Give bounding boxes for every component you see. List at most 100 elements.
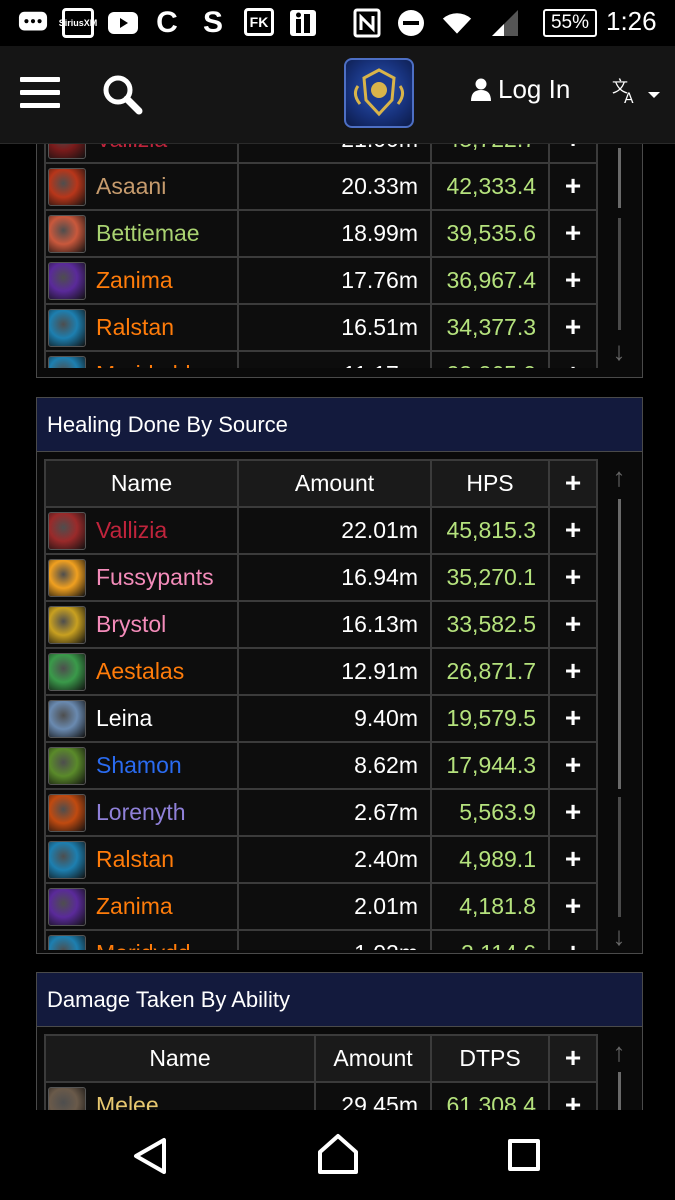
add-column-button[interactable]: + — [548, 459, 598, 508]
player-name[interactable]: Meridydd — [96, 361, 191, 368]
table-row[interactable]: Vallizia 22.01m 45,815.3 + — [44, 506, 598, 555]
expand-row-button[interactable]: + — [548, 929, 598, 950]
login-button[interactable]: Log In — [470, 74, 570, 105]
player-name[interactable]: Zanima — [96, 267, 173, 294]
expand-row-button[interactable]: + — [548, 694, 598, 743]
table-row[interactable]: Fussypants 16.94m 35,270.1 + — [44, 553, 598, 602]
name-cell[interactable]: Meridydd — [44, 350, 239, 368]
name-cell[interactable]: Leina — [44, 694, 239, 743]
add-column-button[interactable]: + — [548, 1034, 598, 1083]
player-name[interactable]: Melee — [96, 1092, 159, 1111]
damage-scrollbar[interactable]: ↓ — [604, 140, 634, 378]
expand-row-button[interactable]: + — [548, 209, 598, 258]
name-cell[interactable]: Brystol — [44, 600, 239, 649]
column-header-dtps[interactable]: DTPS — [430, 1034, 550, 1083]
expand-row-button[interactable]: + — [548, 1081, 598, 1111]
rate-cell: 4,989.1 — [430, 835, 550, 884]
player-name[interactable]: Lorenyth — [96, 799, 186, 826]
table-row[interactable]: Asaani 20.33m 42,333.4 + — [44, 162, 598, 211]
taken-table-viewport[interactable]: Name Amount DTPS + Melee 29.45m 61,308.4 + — [37, 1027, 637, 1111]
amount-cell: 22.01m — [237, 506, 432, 555]
column-header-amount[interactable]: Amount — [237, 459, 432, 508]
name-cell[interactable]: Zanima — [44, 882, 239, 931]
name-cell[interactable]: Bettiemae — [44, 209, 239, 258]
scroll-track[interactable] — [617, 499, 621, 789]
expand-row-button[interactable]: + — [548, 741, 598, 790]
expand-row-button[interactable]: + — [548, 350, 598, 368]
player-name[interactable]: Fussypants — [96, 564, 214, 591]
scroll-down-icon[interactable]: ↓ — [604, 921, 634, 952]
table-row[interactable]: Meridydd 1.02m2,114.6 + — [44, 929, 598, 950]
language-selector[interactable]: 文 A — [612, 76, 664, 112]
back-icon[interactable] — [130, 1136, 170, 1176]
column-header-hps[interactable]: HPS — [430, 459, 550, 508]
expand-row-button[interactable]: + — [548, 303, 598, 352]
name-cell-content: Fussypants — [46, 558, 237, 597]
name-cell[interactable]: Meridydd — [44, 929, 239, 950]
table-row[interactable]: Ralstan 2.40m 4,989.1 + — [44, 835, 598, 884]
table-row[interactable]: Zanima 17.76m 36,967.4 + — [44, 256, 598, 305]
table-row[interactable]: Meridydd 11.17m23,265.0 + — [44, 350, 598, 368]
scroll-track[interactable] — [617, 148, 621, 208]
expand-row-button[interactable]: + — [548, 506, 598, 555]
plus-icon: + — [564, 514, 582, 545]
name-cell[interactable]: Fussypants — [44, 553, 239, 602]
name-cell[interactable]: Asaani — [44, 162, 239, 211]
name-cell[interactable]: Shamon — [44, 741, 239, 790]
player-name[interactable]: Meridydd — [96, 940, 191, 950]
name-cell[interactable]: Ralstan — [44, 303, 239, 352]
name-cell[interactable]: Zanima — [44, 256, 239, 305]
player-name[interactable]: Brystol — [96, 611, 166, 638]
faction-crest-logo[interactable] — [344, 58, 414, 128]
column-header-name[interactable]: Name — [44, 459, 239, 508]
scroll-up-icon[interactable]: ↑ — [604, 462, 634, 493]
healing-table-viewport[interactable]: Name Amount HPS + Vallizia 22.01m 45,815.3… — [37, 452, 637, 950]
player-name[interactable]: Bettiemae — [96, 220, 200, 247]
player-name[interactable]: Ralstan — [96, 846, 174, 873]
recents-icon[interactable] — [508, 1139, 540, 1171]
player-name[interactable]: Vallizia — [96, 517, 167, 544]
name-cell-content: Leina — [46, 699, 237, 738]
home-icon[interactable] — [316, 1132, 360, 1176]
name-cell[interactable]: Lorenyth — [44, 788, 239, 837]
table-row[interactable]: Aestalas 12.91m 26,871.7 + — [44, 647, 598, 696]
name-cell[interactable]: Vallizia — [44, 506, 239, 555]
player-name[interactable]: Aestalas — [96, 658, 184, 685]
name-cell[interactable]: Ralstan — [44, 835, 239, 884]
player-name[interactable]: Asaani — [96, 173, 166, 200]
expand-row-button[interactable]: + — [548, 647, 598, 696]
amount-cell: 29.45m — [314, 1081, 432, 1111]
scroll-down-icon[interactable]: ↓ — [604, 336, 634, 367]
expand-row-button[interactable]: + — [548, 835, 598, 884]
table-row[interactable]: Lorenyth 2.67m 5,563.9 + — [44, 788, 598, 837]
table-row[interactable]: Ralstan 16.51m 34,377.3 + — [44, 303, 598, 352]
player-name[interactable]: Shamon — [96, 752, 182, 779]
taken-scrollbar[interactable]: ↑ — [604, 1037, 634, 1117]
scroll-track[interactable] — [617, 1072, 621, 1112]
scroll-up-icon[interactable]: ↑ — [604, 1037, 634, 1068]
name-cell[interactable]: Melee — [44, 1081, 316, 1111]
column-header-name[interactable]: Name — [44, 1034, 316, 1083]
table-row[interactable]: Melee 29.45m 61,308.4 + — [44, 1081, 598, 1111]
table-row[interactable]: Brystol 16.13m 33,582.5 + — [44, 600, 598, 649]
expand-row-button[interactable]: + — [548, 600, 598, 649]
expand-row-button[interactable]: + — [548, 553, 598, 602]
column-header-amount[interactable]: Amount — [314, 1034, 432, 1083]
expand-row-button[interactable]: + — [548, 788, 598, 837]
player-name[interactable]: Leina — [96, 705, 152, 732]
expand-row-button[interactable]: + — [548, 882, 598, 931]
healing-scrollbar[interactable]: ↑ ↓ — [604, 462, 634, 951]
expand-row-button[interactable]: + — [548, 256, 598, 305]
player-name[interactable]: Ralstan — [96, 314, 174, 341]
name-cell-content: Zanima — [46, 887, 237, 926]
table-row[interactable]: Shamon 8.62m 17,944.3 + — [44, 741, 598, 790]
table-row[interactable]: Leina 9.40m 19,579.5 + — [44, 694, 598, 743]
table-row[interactable]: Zanima 2.01m 4,181.8 + — [44, 882, 598, 931]
expand-row-button[interactable]: + — [548, 162, 598, 211]
name-cell[interactable]: Aestalas — [44, 647, 239, 696]
table-row[interactable]: Bettiemae 18.99m 39,535.6 + — [44, 209, 598, 258]
menu-icon[interactable] — [20, 77, 60, 109]
search-icon[interactable] — [100, 72, 144, 116]
player-name[interactable]: Zanima — [96, 893, 173, 920]
damage-table-viewport[interactable]: Vallizia21.00m43,722.7+Asaani20.33m42,33… — [37, 140, 637, 368]
